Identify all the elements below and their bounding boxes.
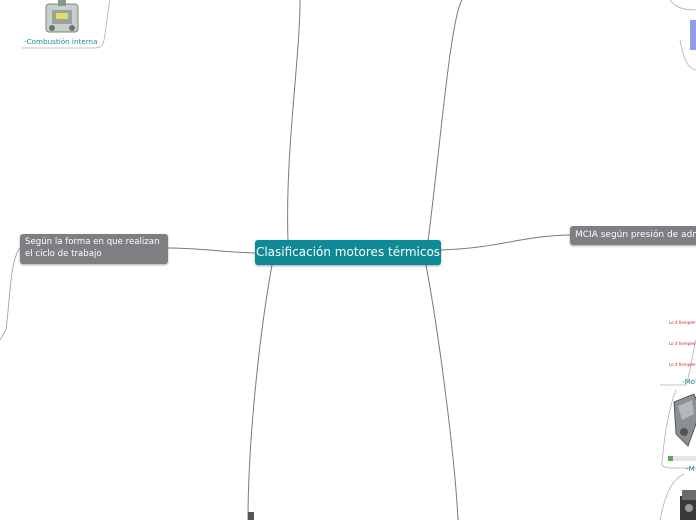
engine-icon [45, 0, 79, 33]
connector-left-topic [167, 247, 257, 254]
note-red-1: Lo 4 tiempos [669, 320, 695, 325]
topic-mcia-admission-pressure[interactable]: MCIA según presión de adm [570, 226, 696, 245]
connector-right-topic [440, 234, 571, 251]
central-topic[interactable]: Clasificación motores térmicos [255, 240, 441, 265]
connector-left-sub [0, 247, 21, 341]
engine-block-icon [673, 393, 696, 447]
subtopic-mot[interactable]: -Mot [682, 377, 696, 386]
connector-bottom-right [425, 264, 459, 520]
image-caption-logo [668, 456, 673, 461]
note-red-3: Lo 4 tiempos [669, 362, 695, 367]
image-fragment-top-right [690, 20, 696, 50]
subtopic-m[interactable]: -M [686, 464, 695, 473]
connector-right-top-sub [669, 0, 696, 11]
image-fragment-bottom-left [248, 512, 254, 520]
note-red-2: Lo 4 tiempos [669, 341, 695, 346]
connector-top-right [427, 0, 463, 242]
connector-top-left [287, 0, 301, 242]
topic-work-cycle[interactable]: Según la forma en que realizan el ciclo … [20, 234, 168, 264]
piston-icon [680, 490, 696, 520]
subtopic-combustion-interna[interactable]: -Combustión interna [24, 37, 98, 46]
connector-bottom-left [247, 264, 273, 520]
